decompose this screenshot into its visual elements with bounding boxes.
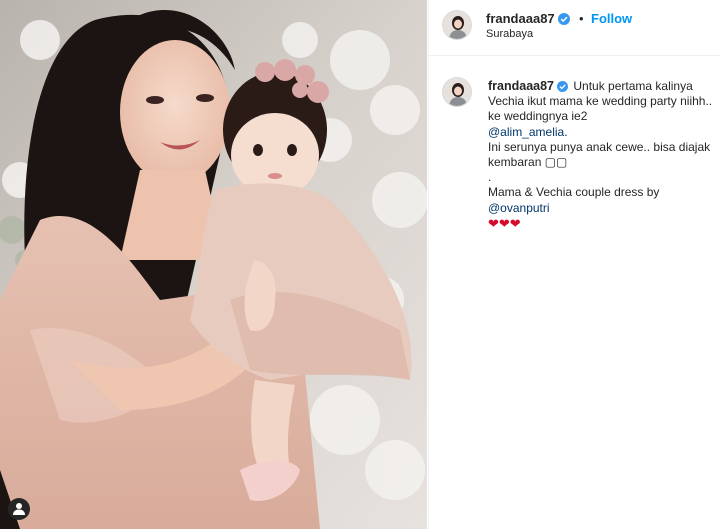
separator-dot: • (579, 11, 584, 26)
username-link[interactable]: frandaaa87 (486, 11, 570, 26)
username-text: frandaaa87 (486, 11, 555, 26)
caption-username-text: frandaaa87 (488, 79, 555, 93)
caption-username-link[interactable]: frandaaa87 (488, 79, 569, 93)
post-side-panel: frandaaa87 • Follow Surabaya frandaaa87 … (428, 0, 720, 529)
post-header: frandaaa87 • Follow Surabaya (429, 0, 720, 56)
avatar-image (443, 78, 471, 106)
location-link[interactable]: Surabaya (486, 28, 533, 40)
hearts-emoji: ❤❤❤ (488, 215, 521, 231)
caption-text: frandaaa87 Untuk pertama kalinya Vechia … (488, 79, 718, 232)
heart-icon: ❤❤❤ (488, 215, 521, 231)
emoji-placeholder: ▢▢ (544, 155, 568, 170)
caption-line-3: Ini serunya punya anak cewe.. bisa diaja… (488, 139, 711, 170)
avatar-image (443, 11, 471, 39)
follow-button[interactable]: Follow (591, 11, 632, 26)
mention-link-ovanputri[interactable]: @ovanputri (488, 201, 550, 215)
mention-link-alim-amelia[interactable]: @alim_amelia (488, 125, 564, 139)
caption-period: . (564, 124, 568, 139)
user-tag-button[interactable] (8, 498, 30, 520)
verified-badge-icon (557, 13, 570, 25)
caption-avatar[interactable] (442, 77, 472, 107)
verified-badge-icon (557, 81, 569, 92)
caption-line-5: Mama & Vechia couple dress by (488, 185, 660, 200)
avatar[interactable] (442, 10, 472, 40)
post-photo-illustration (0, 0, 427, 529)
post-photo[interactable] (0, 0, 427, 529)
caption-line-4: . (488, 170, 492, 185)
person-icon (13, 503, 25, 515)
